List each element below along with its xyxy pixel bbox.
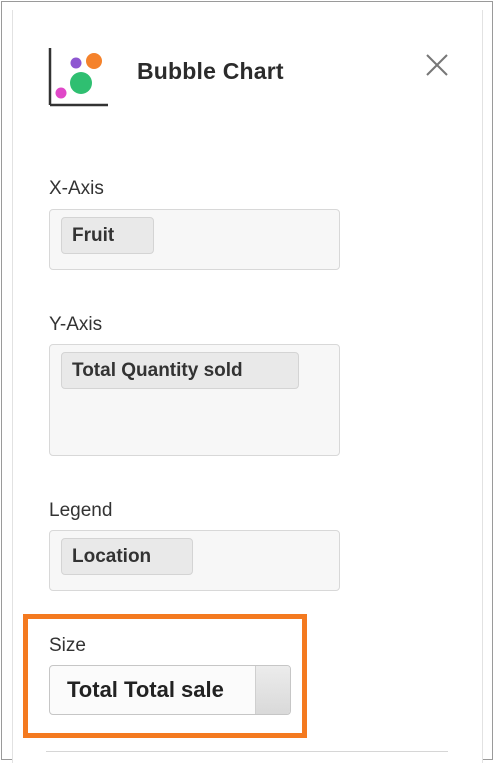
x-axis-field-pill[interactable]: Fruit	[61, 217, 154, 254]
bubble-purple	[70, 57, 82, 69]
size-select-handle[interactable]	[255, 666, 290, 714]
bubble-green	[70, 72, 92, 94]
bubble-orange	[86, 53, 102, 69]
legend-field-pill[interactable]: Location	[61, 538, 193, 575]
bubble-pink	[55, 87, 67, 99]
x-axis-label: X-Axis	[49, 178, 104, 199]
section-divider	[46, 751, 448, 752]
bubble-chart-icon	[48, 48, 108, 107]
close-icon[interactable]	[421, 49, 453, 81]
y-axis-field-pill[interactable]: Total Quantity sold	[61, 352, 299, 389]
size-field-value: Total Total sale	[67, 677, 224, 702]
legend-label: Legend	[49, 500, 113, 521]
y-axis-drop-zone[interactable]: Total Quantity sold	[49, 344, 340, 456]
legend-drop-zone[interactable]: Location	[49, 530, 340, 591]
y-axis-label: Y-Axis	[49, 314, 103, 335]
size-label: Size	[49, 635, 86, 656]
panel-title: Bubble Chart	[137, 58, 284, 84]
x-axis-drop-zone[interactable]: Fruit	[49, 209, 340, 270]
size-field-select[interactable]: Total Total sale	[49, 665, 291, 715]
